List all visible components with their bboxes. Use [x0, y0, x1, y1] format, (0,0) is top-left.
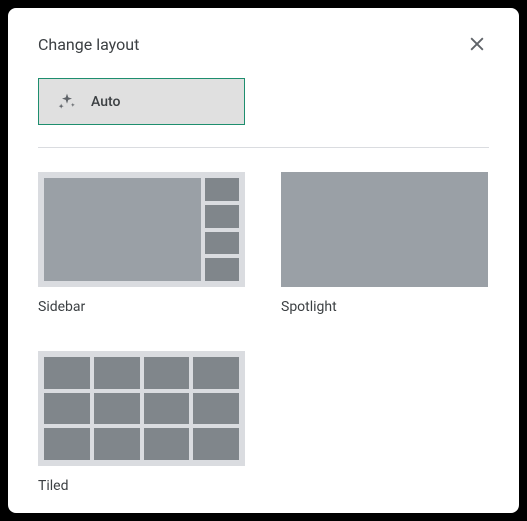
sidebar-thumbs-column — [205, 178, 239, 281]
sidebar-thumb — [205, 178, 239, 201]
spotlight-label: Spotlight — [281, 299, 488, 315]
tiled-preview — [38, 351, 245, 466]
tiled-row — [44, 428, 239, 460]
tiled-cell — [44, 393, 90, 425]
spotlight-main-pane — [281, 172, 488, 287]
tiled-cell — [144, 428, 190, 460]
tiled-cell — [144, 357, 190, 389]
tiled-cell — [44, 357, 90, 389]
close-icon — [467, 34, 487, 54]
sidebar-label: Sidebar — [38, 299, 245, 315]
layout-option-auto[interactable]: Auto — [38, 78, 245, 125]
sidebar-main-pane — [44, 178, 201, 281]
tiled-cell — [94, 357, 140, 389]
layout-options-grid: Sidebar Spotlight — [38, 172, 489, 494]
change-layout-dialog: Change layout Auto — [8, 8, 519, 513]
tiled-row — [44, 357, 239, 389]
sidebar-thumb — [205, 258, 239, 281]
layout-option-tiled[interactable]: Tiled — [38, 351, 245, 494]
sidebar-thumb — [205, 205, 239, 228]
tiled-cell — [44, 428, 90, 460]
sidebar-thumb — [205, 232, 239, 255]
tiled-cell — [94, 393, 140, 425]
layout-option-spotlight[interactable]: Spotlight — [281, 172, 488, 315]
auto-label: Auto — [91, 94, 120, 110]
dialog-title: Change layout — [38, 35, 139, 54]
divider — [38, 147, 489, 148]
dialog-header: Change layout — [38, 32, 489, 56]
tiled-cell — [94, 428, 140, 460]
tiled-label: Tiled — [38, 478, 245, 494]
tiled-cell — [193, 357, 239, 389]
tiled-cell — [144, 393, 190, 425]
tiled-row — [44, 393, 239, 425]
close-button[interactable] — [465, 32, 489, 56]
sidebar-preview — [38, 172, 245, 287]
tiled-cell — [193, 393, 239, 425]
spotlight-preview — [281, 172, 488, 287]
sparkle-icon — [57, 92, 77, 112]
tiled-cell — [193, 428, 239, 460]
layout-option-sidebar[interactable]: Sidebar — [38, 172, 245, 315]
